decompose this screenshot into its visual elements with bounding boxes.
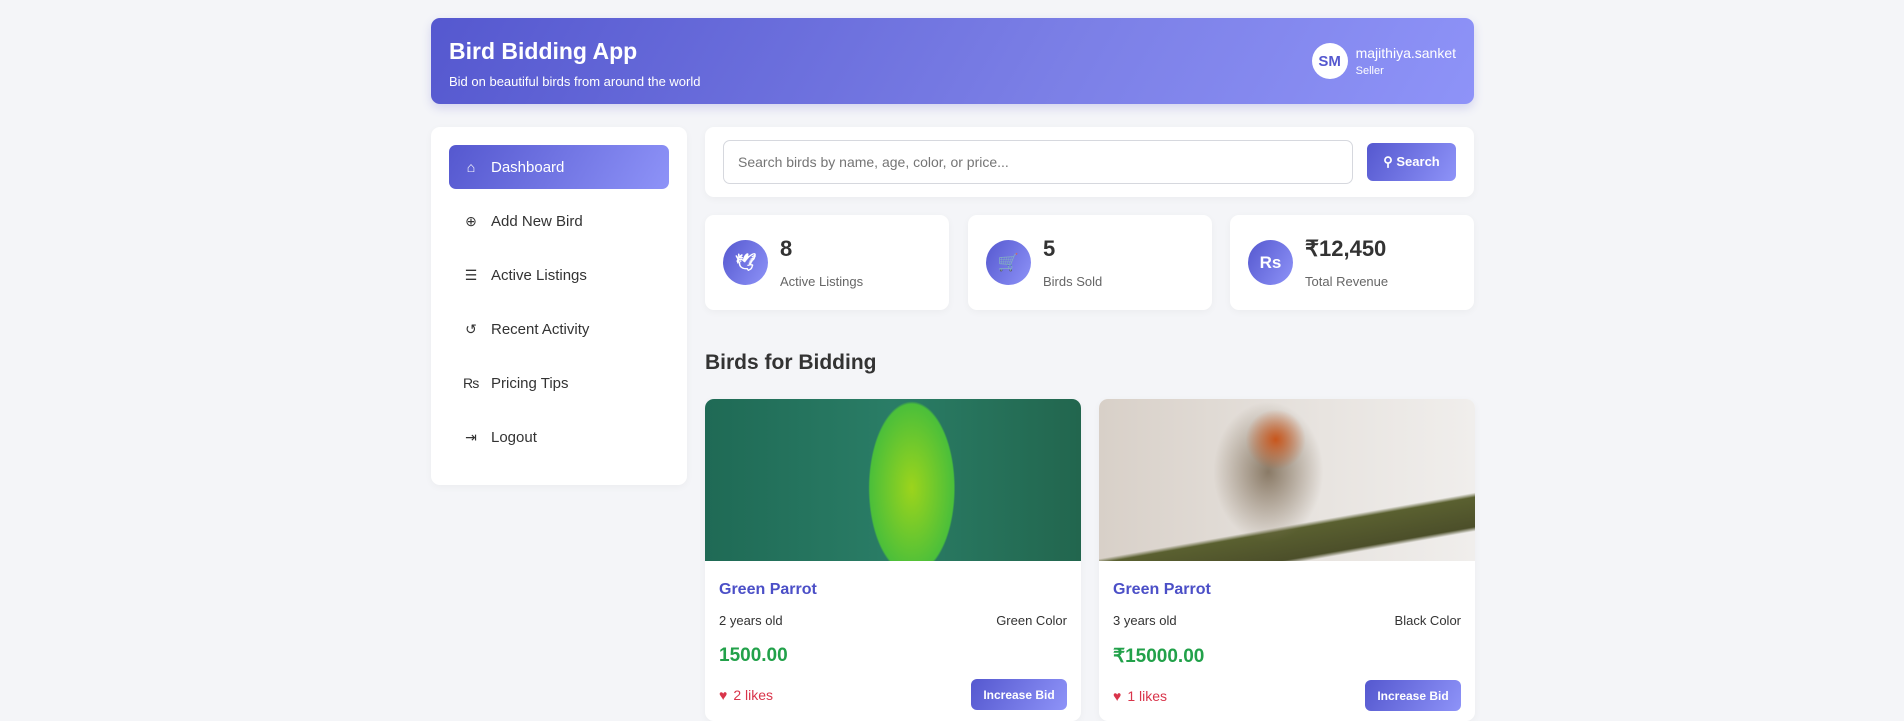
sidebar-item-logout[interactable]: ⇥ Logout	[449, 415, 669, 459]
sidebar-item-label: Dashboard	[491, 158, 565, 176]
app-title: Bird Bidding App	[449, 38, 638, 64]
sidebar-item-add-new-bird[interactable]: ⊕ Add New Bird	[449, 199, 669, 243]
bird-name[interactable]: Green Parrot	[1113, 581, 1461, 599]
bird-price: 1500.00	[719, 645, 788, 666]
bird-name[interactable]: Green Parrot	[719, 581, 1067, 599]
likes-count: 1 likes	[1127, 687, 1167, 704]
stat-label: Total Revenue	[1305, 274, 1389, 289]
bird-age: 2 years old	[719, 613, 783, 628]
bird-color: Green Color	[996, 613, 1067, 628]
search-icon: ⚲	[1383, 154, 1397, 169]
bird-card: Green Parrot 2 years old Green Color 1500…	[705, 399, 1081, 721]
bird-card: Green Parrot 3 years old Black Color ₹150…	[1099, 399, 1475, 721]
sidebar-item-pricing-tips[interactable]: ₨ Pricing Tips	[449, 361, 669, 405]
bird-color: Black Color	[1394, 613, 1461, 628]
increase-bid-button[interactable]: Increase Bid	[1365, 680, 1461, 711]
bird-age: 3 years old	[1113, 613, 1177, 628]
avatar: SM	[1311, 43, 1348, 79]
sidebar-item-active-listings[interactable]: ☰ Active Listings	[449, 253, 669, 297]
likes-count: 2 likes	[733, 686, 773, 703]
stat-value: ₹12,450	[1305, 236, 1387, 261]
home-icon: ⌂	[466, 159, 476, 175]
stat-total-revenue: Rs ₹12,450 Total Revenue	[1230, 215, 1474, 310]
heart-icon: ♥	[719, 686, 728, 703]
bird-image	[1099, 399, 1475, 561]
search-button-label: Search	[1396, 154, 1440, 169]
sidebar-item-recent-activity[interactable]: ↺ Recent Activity	[449, 307, 669, 351]
search-button[interactable]: ⚲ Search	[1367, 143, 1456, 181]
sidebar-item-label: Active Listings	[491, 266, 587, 284]
bird-price: ₹15000.00	[1113, 646, 1205, 667]
sidebar-item-dashboard[interactable]: ⌂ Dashboard	[449, 145, 669, 189]
stat-active-listings: 🕊 8 Active Listings	[705, 215, 949, 310]
search-bar: ⚲ Search	[705, 127, 1474, 197]
user-name: majithiya.sanket	[1355, 45, 1456, 61]
user-profile[interactable]: SM majithiya.sanket Seller	[1311, 43, 1456, 79]
sidebar-item-label: Logout	[491, 428, 537, 446]
search-input[interactable]	[723, 140, 1353, 184]
heart-icon: ♥	[1113, 687, 1122, 704]
section-title: Birds for Bidding	[705, 351, 877, 374]
app-subtitle: Bid on beautiful birds from around the w…	[449, 74, 701, 89]
likes-button[interactable]: ♥ 2 likes	[719, 687, 773, 703]
history-icon: ↺	[465, 320, 477, 337]
stat-label: Birds Sold	[1043, 274, 1103, 289]
increase-bid-button[interactable]: Increase Bid	[971, 679, 1067, 710]
stat-birds-sold: 🛒 5 Birds Sold	[968, 215, 1212, 310]
app-header: Bird Bidding App Bid on beautiful birds …	[431, 18, 1474, 104]
plus-circle-icon: ⊕	[465, 212, 477, 229]
user-role: Seller	[1355, 65, 1384, 77]
stat-label: Active Listings	[780, 274, 864, 289]
rupee-sign-icon: ₨	[463, 375, 480, 391]
bird-image	[705, 399, 1081, 561]
sidebar-item-label: Recent Activity	[491, 320, 590, 338]
cart-icon: 🛒	[986, 240, 1031, 285]
sidebar: ⌂ Dashboard ⊕ Add New Bird ☰ Active Listing…	[431, 127, 687, 485]
sidebar-item-label: Add New Bird	[491, 212, 583, 230]
stat-value: 8	[780, 236, 793, 261]
sign-out-icon: ⇥	[465, 428, 477, 445]
stat-value: 5	[1043, 236, 1056, 261]
likes-button[interactable]: ♥ 1 likes	[1113, 688, 1167, 704]
rupee-icon: Rs	[1248, 240, 1293, 285]
dove-icon: 🕊	[723, 240, 768, 285]
list-icon: ☰	[464, 266, 478, 283]
sidebar-item-label: Pricing Tips	[491, 374, 569, 392]
